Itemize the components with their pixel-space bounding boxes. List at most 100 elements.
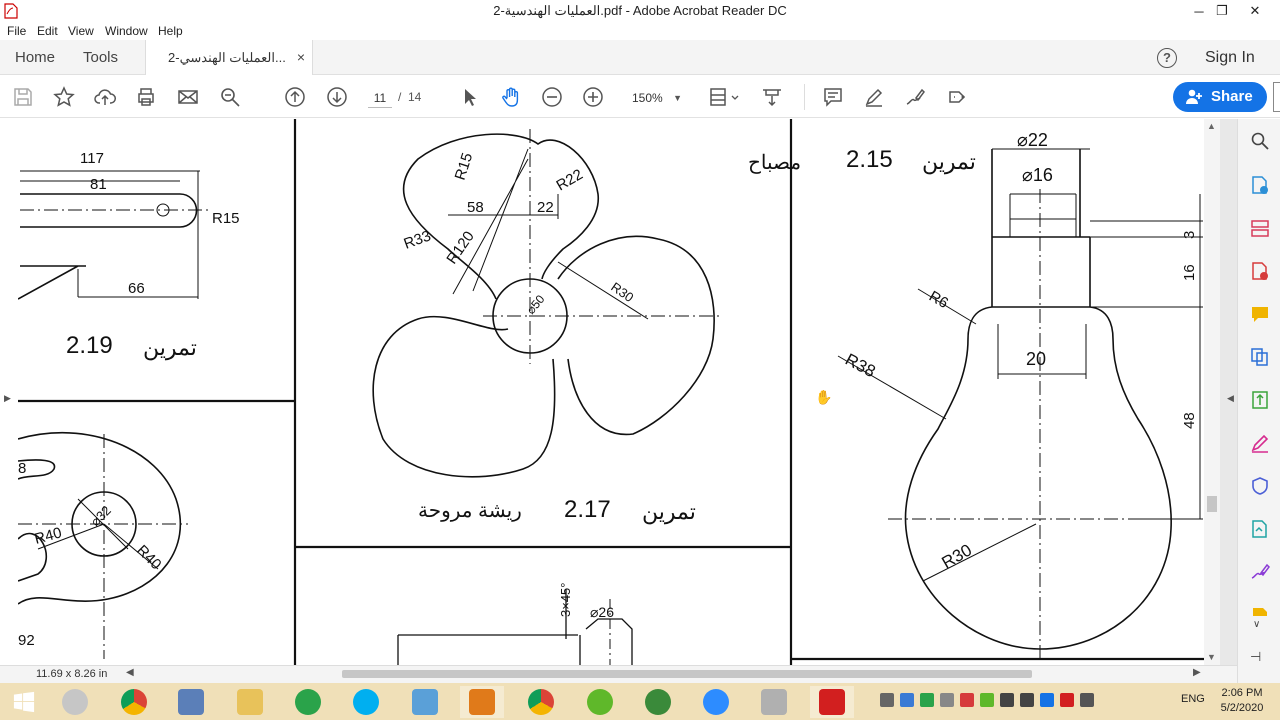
comment-tool-icon[interactable]: [1250, 304, 1270, 324]
tray-app-icon[interactable]: [900, 693, 914, 707]
organize-pages-icon[interactable]: [1250, 218, 1270, 238]
scroll-down-icon[interactable]: ▼: [1207, 652, 1216, 662]
next-page-icon[interactable]: [326, 86, 348, 108]
more-tools-icon[interactable]: [946, 86, 968, 108]
scroll-right-icon[interactable]: ▶: [1193, 667, 1201, 678]
network-icon[interactable]: [1020, 693, 1034, 707]
taskbar-green-app[interactable]: [286, 686, 330, 718]
taskbar-acrobat[interactable]: [810, 686, 854, 718]
chrome-profile-icon: [528, 689, 554, 715]
menu-help[interactable]: Help: [158, 24, 183, 38]
tray-app-icon[interactable]: [920, 693, 934, 707]
taskbar-chrome[interactable]: [112, 686, 156, 718]
tray-app-icon[interactable]: [1040, 693, 1054, 707]
dim-fan-22: 22: [537, 199, 554, 216]
search-icon[interactable]: [219, 86, 241, 108]
fill-sign-icon[interactable]: [1250, 433, 1270, 453]
dim-chamfer: 3×45°: [558, 583, 573, 617]
chevron-down-icon[interactable]: ∨: [1253, 619, 1260, 630]
scroll-mode-icon[interactable]: [761, 86, 783, 108]
dim-lamp-r30: R30: [939, 540, 976, 572]
exercise-2-15-caption: مصباح: [748, 152, 801, 174]
pdf-page[interactable]: 117 81 R15 66 2.19 تمرين 8 R40 ⌀32 R40 9…: [18, 119, 1204, 665]
compress-pdf-icon[interactable]: [1250, 390, 1270, 410]
exercise-2-19-label: تمرين: [143, 335, 197, 361]
collapse-panel-icon[interactable]: ⊣: [1250, 649, 1261, 665]
menu-file[interactable]: File: [7, 24, 26, 38]
maximize-button[interactable]: ❐: [1209, 0, 1235, 22]
tab-tools[interactable]: Tools: [83, 49, 118, 66]
more-tools-panel-icon[interactable]: [1250, 601, 1270, 616]
taskbar-drawing-app[interactable]: [752, 686, 796, 718]
start-button[interactable]: [2, 686, 46, 718]
tab-document[interactable]: 2-العمليات الهندسي... ×: [145, 40, 313, 75]
scroll-up-icon[interactable]: ▲: [1207, 121, 1216, 131]
select-arrow-icon[interactable]: [459, 86, 481, 108]
tab-home[interactable]: Home: [15, 49, 55, 66]
page-display-icon[interactable]: [708, 86, 742, 108]
export-pdf-icon[interactable]: [1250, 175, 1270, 195]
hand-tool-icon[interactable]: [500, 86, 522, 108]
taskbar-globe-app[interactable]: [636, 686, 680, 718]
zoom-video-icon: [703, 689, 729, 715]
dim-fan-r33: R33: [402, 227, 434, 252]
tray-app-icon[interactable]: [940, 693, 954, 707]
send-for-review-icon[interactable]: [1250, 519, 1270, 539]
taskbar-zoom[interactable]: [694, 686, 738, 718]
menu-window[interactable]: Window: [105, 24, 148, 38]
page-number-input[interactable]: 11: [368, 88, 392, 108]
speaker-icon[interactable]: [1000, 693, 1014, 707]
chevron-down-icon: ▼: [673, 93, 682, 103]
bookmark-star-icon[interactable]: [53, 86, 75, 108]
print-icon[interactable]: [135, 86, 157, 108]
expand-left-panel-icon[interactable]: ▶: [4, 393, 11, 404]
horizontal-scroll-thumb[interactable]: [342, 670, 1032, 678]
vertical-scrollbar[interactable]: ▲ ▼: [1204, 119, 1220, 665]
blue-app-icon: [412, 689, 438, 715]
scroll-left-icon[interactable]: ◀: [126, 667, 134, 678]
tray-app-icon[interactable]: [980, 693, 994, 707]
tray-app-icon[interactable]: [1080, 693, 1094, 707]
zoom-in-icon[interactable]: [582, 86, 604, 108]
dim-dia26: ⌀26: [590, 604, 614, 620]
combine-files-icon[interactable]: [1250, 347, 1270, 367]
clock-date: 5/2/2020: [1220, 702, 1264, 714]
taskbar-utorrent[interactable]: [578, 686, 622, 718]
taskbar-file-explorer[interactable]: [228, 686, 272, 718]
zoom-out-icon[interactable]: [541, 86, 563, 108]
create-pdf-icon[interactable]: [1250, 261, 1270, 281]
taskbar-clock[interactable]: 2:06 PM 5/2/2020: [1212, 686, 1272, 716]
title-bar: العمليات الهندسية-2.pdf - Adobe Acrobat …: [0, 0, 1280, 22]
tray-app-icon[interactable]: [880, 693, 894, 707]
email-icon[interactable]: [177, 86, 199, 108]
vertical-scroll-thumb[interactable]: [1207, 496, 1217, 512]
tray-app-icon[interactable]: [1060, 693, 1074, 707]
share-button[interactable]: Share: [1173, 82, 1267, 112]
upload-cloud-icon[interactable]: [94, 86, 116, 108]
comment-icon[interactable]: [822, 86, 844, 108]
menu-edit[interactable]: Edit: [37, 24, 58, 38]
help-icon[interactable]: ?: [1157, 48, 1177, 68]
close-window-button[interactable]: ✕: [1242, 0, 1268, 22]
taskbar-chrome-profile[interactable]: [519, 686, 563, 718]
taskbar-calculator[interactable]: [169, 686, 213, 718]
search-tool-icon[interactable]: [1250, 131, 1270, 151]
sign-pen-icon[interactable]: [904, 86, 926, 108]
tray-app-icon[interactable]: [960, 693, 974, 707]
close-tab-icon[interactable]: ×: [297, 49, 305, 65]
menu-view[interactable]: View: [68, 24, 94, 38]
taskbar-skype[interactable]: [344, 686, 388, 718]
save-icon[interactable]: [12, 86, 34, 108]
input-language[interactable]: ENG: [1181, 693, 1205, 705]
previous-page-icon[interactable]: [284, 86, 306, 108]
taskbar-app-blue[interactable]: [403, 686, 447, 718]
taskbar-recorder[interactable]: [460, 686, 504, 718]
protect-shield-icon[interactable]: [1250, 476, 1270, 496]
signature-tool-icon[interactable]: [1250, 562, 1270, 582]
sign-in-link[interactable]: Sign In: [1205, 49, 1255, 67]
highlight-pen-icon[interactable]: [863, 86, 885, 108]
zoom-level-dropdown[interactable]: 150% ▼: [620, 88, 692, 108]
taskbar-tools-app[interactable]: [53, 686, 97, 718]
status-bar: 11.69 x 8.26 in ◀ ▶: [0, 665, 1237, 683]
collapse-right-panel-icon[interactable]: ◀: [1227, 393, 1234, 404]
